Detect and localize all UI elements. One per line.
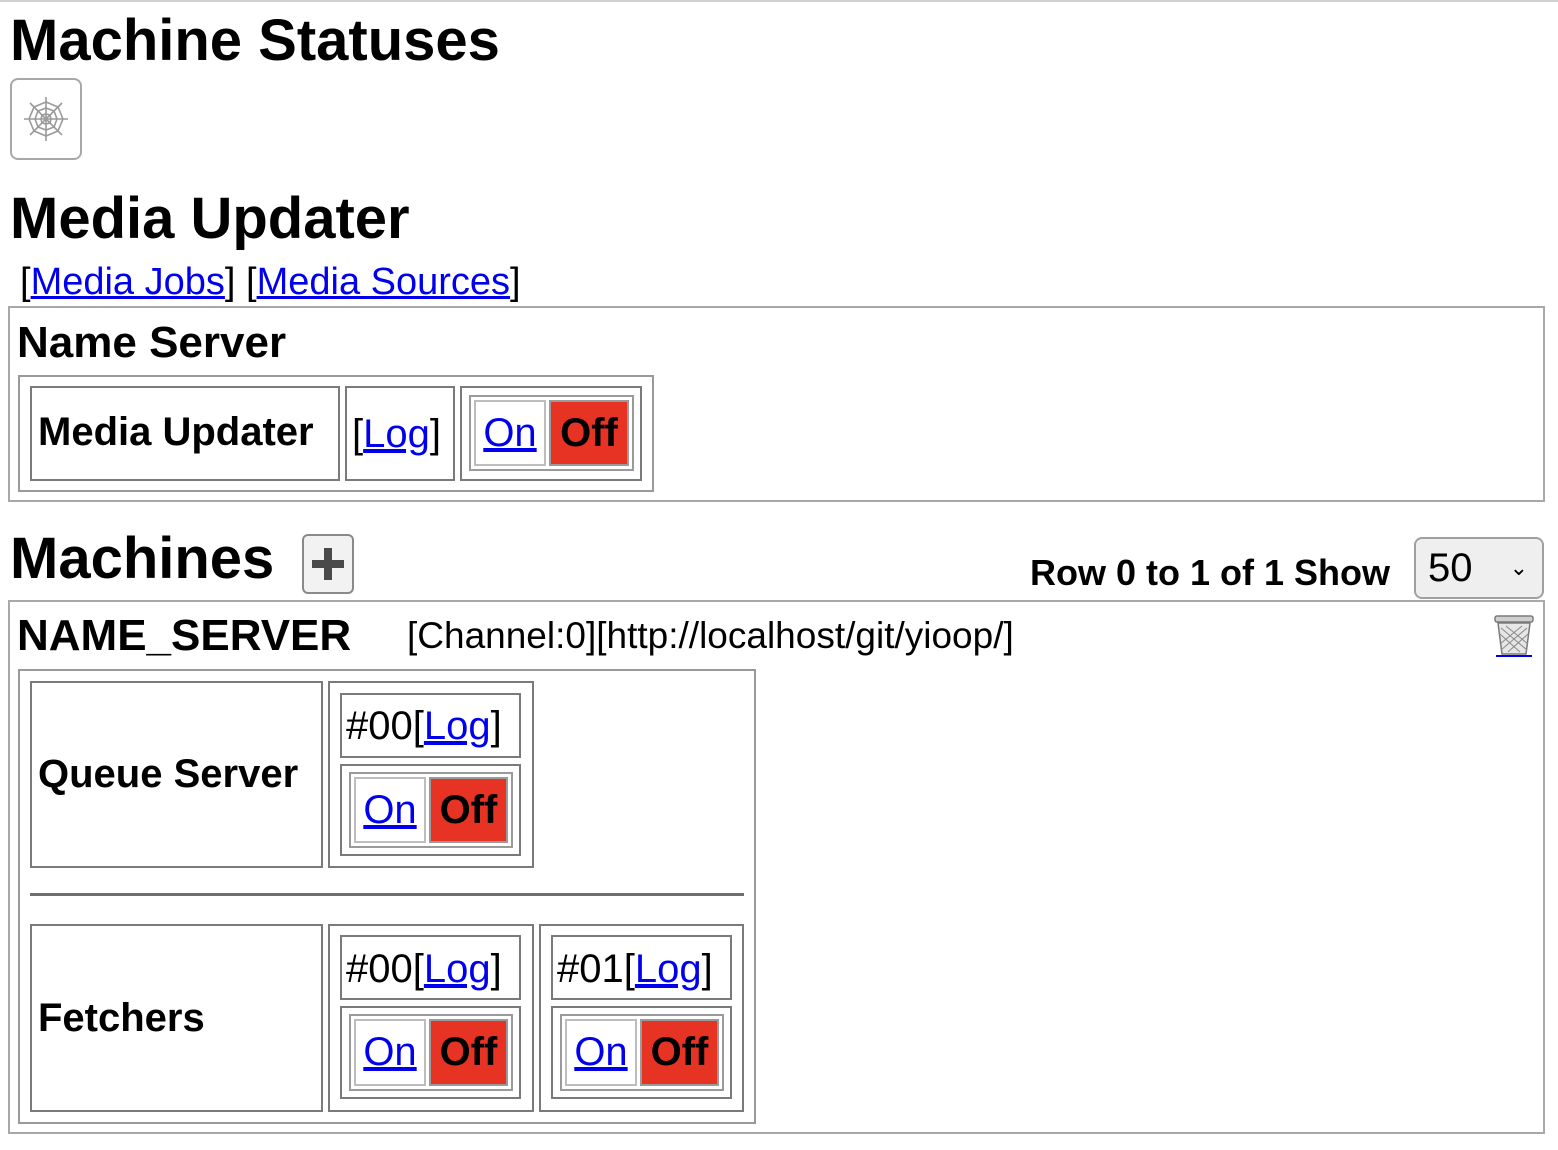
plus-icon [312,548,344,580]
rows-per-page-value: 50 [1428,546,1473,590]
fetcher-0-id-log: #00[Log] [346,947,502,991]
chevron-down-icon: ⌄ [1509,555,1528,580]
media-updater-log: [Log] [352,412,441,456]
spider-web-icon [24,97,68,141]
fetcher-1-on-link[interactable]: On [574,1030,627,1075]
fetcher-1-off-button[interactable]: Off [640,1019,719,1086]
name-server-heading: Name Server [17,318,287,367]
trash-icon [1494,615,1534,657]
fetcher-0-id: #00 [346,947,413,991]
queue-server-off-button[interactable]: Off [429,777,508,843]
media-jobs-link[interactable]: Media Jobs [31,261,225,303]
fetcher-1-log-link[interactable]: Log [635,947,702,991]
pagination-info: Row 0 to 1 of 1 Show [1030,552,1391,593]
media-updater-on-button[interactable]: On [474,400,546,466]
media-updater-heading: Media Updater [10,186,410,251]
media-updater-log-link[interactable]: Log [363,412,430,456]
fetcher-0-on-button[interactable]: On [354,1019,426,1086]
queue-server-on-button[interactable]: On [354,777,426,843]
machines-heading: Machines [10,526,275,591]
fetcher-1-on-button[interactable]: On [565,1019,637,1086]
page-title: Machine Statuses [10,8,500,73]
machine-url: [http://localhost/git/yioop/] [596,615,1014,656]
media-sources-link[interactable]: Media Sources [257,261,510,303]
media-updater-off-button[interactable]: Off [549,400,629,466]
rows-per-page-select[interactable]: 50 ⌄ [1414,537,1544,599]
queue-server-id-log: #00[Log] [346,704,502,748]
media-updater-label: Media Updater [38,410,314,454]
top-border [0,0,1558,3]
media-updater-on-link[interactable]: On [483,411,536,456]
machine-info: [Channel:0][http://localhost/git/yioop/] [407,617,1014,654]
fetcher-1-id: #01 [557,947,624,991]
fetcher-0-on-link[interactable]: On [363,1030,416,1075]
spider-web-button[interactable] [10,78,82,160]
section-divider [30,893,744,896]
queue-server-on-link[interactable]: On [363,788,416,833]
fetchers-label: Fetchers [38,996,205,1040]
fetcher-0-log-link[interactable]: Log [424,947,491,991]
queue-server-id: #00 [346,704,413,748]
media-links: [Media Jobs] [Media Sources] [20,261,521,303]
add-machine-button[interactable] [302,534,354,594]
machine-name: NAME_SERVER [17,611,352,660]
machine-channel: [Channel:0] [407,615,597,656]
delete-machine-button[interactable] [1492,612,1536,658]
queue-server-log-link[interactable]: Log [424,704,491,748]
fetcher-1-id-log: #01[Log] [557,947,713,991]
fetcher-0-off-button[interactable]: Off [429,1019,508,1086]
queue-server-label: Queue Server [38,752,299,796]
